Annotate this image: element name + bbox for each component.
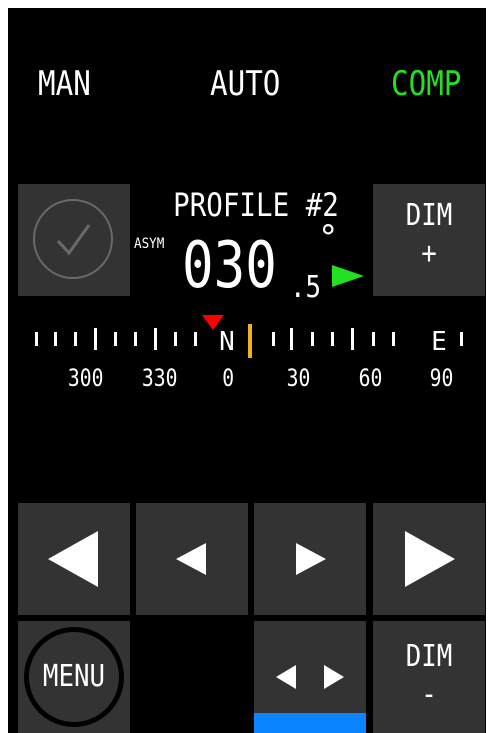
right-arrow-large-icon [405, 531, 455, 587]
cardinal-n: N [219, 327, 235, 357]
scale-tick [351, 328, 354, 350]
dim-minus-button[interactable]: DIM - [373, 621, 485, 733]
scale-tick [35, 332, 38, 346]
cardinal-e: E [431, 327, 447, 357]
port-1-button[interactable] [136, 503, 248, 615]
heading-marker [248, 324, 252, 358]
left-arrow-large-icon [48, 531, 98, 587]
scale-tick [154, 328, 157, 350]
dim-minus-sign: - [421, 677, 437, 712]
scale-label: 30 [286, 364, 311, 392]
scale-tick [94, 328, 97, 350]
checkmark-icon [56, 224, 91, 256]
right-arrow-small-icon [296, 543, 326, 575]
starboard-10-button[interactable] [373, 503, 485, 615]
starboard-1-button[interactable] [254, 503, 366, 615]
dim-plus-button[interactable]: DIM + [373, 184, 485, 296]
scale-tick [311, 332, 314, 346]
scale-tick [74, 332, 77, 346]
scale-label: 300 [67, 364, 104, 392]
scale-tick [272, 332, 275, 346]
scale-tick [134, 332, 137, 346]
left-arrow-small-icon [176, 543, 206, 575]
dim-plus-label: DIM [405, 198, 453, 233]
scale-tick [174, 332, 177, 346]
scale-label: 0 [222, 364, 235, 392]
asym-label: ASYM [134, 236, 165, 252]
menu-label: MENU [42, 659, 106, 694]
confirm-button[interactable] [18, 184, 130, 296]
port-10-button[interactable] [18, 503, 130, 615]
heading-decimal: .5 [290, 270, 322, 305]
scale-label: 60 [358, 364, 383, 392]
scale-tick [290, 328, 293, 350]
scale-label: 330 [141, 364, 178, 392]
scale-tick [372, 332, 375, 346]
scale-tick [54, 332, 57, 346]
compass-scale: N E [35, 315, 463, 358]
dim-minus-label: DIM [405, 639, 453, 674]
mode-man[interactable]: MAN [38, 64, 91, 104]
dim-plus-sign: + [421, 236, 437, 271]
menu-button[interactable]: MENU [18, 621, 130, 733]
autopilot-screen: MAN AUTO COMP PROFILE #2 ASYM ° 030 .5 D… [8, 8, 486, 733]
scale-tick [331, 332, 334, 346]
degree-symbol: ° [318, 218, 339, 258]
heading-value: 030 [182, 229, 277, 303]
scale-tick [194, 332, 197, 346]
scale-tick [114, 332, 117, 346]
scale-tick [460, 332, 463, 346]
mode-comp[interactable]: COMP [391, 64, 461, 104]
mode-auto[interactable]: AUTO [210, 64, 280, 104]
scale-tick [392, 332, 395, 346]
scale-label: 90 [429, 364, 454, 392]
tack-active-indicator [254, 713, 366, 733]
turn-right-indicator-icon [332, 265, 364, 287]
